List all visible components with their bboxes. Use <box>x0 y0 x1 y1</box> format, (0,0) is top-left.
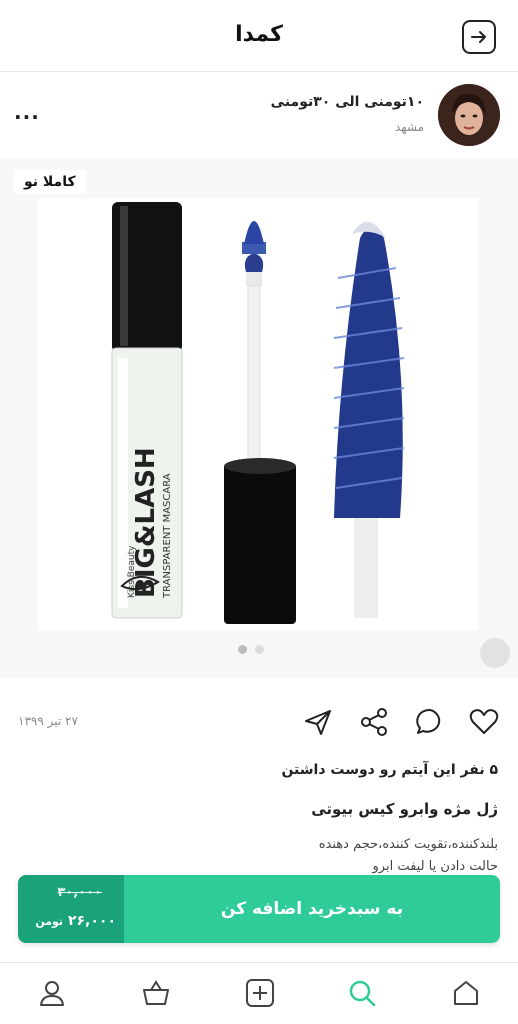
comment-icon[interactable] <box>414 706 446 738</box>
more-options-button[interactable]: ... <box>14 100 40 124</box>
avatar[interactable] <box>438 84 500 146</box>
search-icon[interactable] <box>346 977 378 1009</box>
send-icon[interactable] <box>302 706 334 738</box>
bottom-tab-bar <box>0 962 518 1024</box>
top-bar: کمدا <box>0 0 518 72</box>
page-title: کمدا <box>235 22 283 47</box>
likes-count[interactable]: ۵ نفر این آیتم رو دوست داشتن <box>281 762 498 778</box>
post-date: ۲۷ تیر ۱۳۹۹ <box>18 714 78 728</box>
product-image: BIG&LASH TRANSPARENT MASCARA Kiss Beauty <box>38 198 478 630</box>
new-price: ۲۶,۰۰۰ تومن <box>35 913 116 929</box>
seller-row: ۱۰تومنی الی ۳۰تومنی مشهد ... <box>0 72 518 158</box>
seller-city: مشهد <box>395 120 424 134</box>
carousel-dot[interactable] <box>238 645 247 654</box>
back-button[interactable] <box>462 20 496 54</box>
item-description: بلندکننده،تقویت کننده،حجم دهنده حالت داد… <box>28 834 498 878</box>
share-icon[interactable] <box>358 706 390 738</box>
arrow-right-icon <box>471 31 486 43</box>
carousel-dots[interactable] <box>238 645 264 654</box>
svg-text:TRANSPARENT MASCARA: TRANSPARENT MASCARA <box>162 473 173 599</box>
watermark-logo <box>480 638 510 668</box>
price-box: ۳۰,۰۰۰ ۲۶,۰۰۰ تومن <box>18 875 124 943</box>
seller-name[interactable]: ۱۰تومنی الی ۳۰تومنی <box>271 94 424 110</box>
currency-label: تومن <box>35 915 64 928</box>
product-photo[interactable]: کاملا نو BIG&LASH TRANSPARENT MASCARA Ki… <box>0 158 518 678</box>
add-to-cart-bar: ۳۰,۰۰۰ ۲۶,۰۰۰ تومن به سبدخرید اضافه کن <box>18 875 500 943</box>
basket-icon[interactable] <box>140 977 172 1009</box>
add-icon[interactable] <box>244 977 276 1009</box>
profile-icon[interactable] <box>36 977 68 1009</box>
item-title: ژل مژه وابرو کیس بیوتی <box>311 800 498 818</box>
home-icon[interactable] <box>450 977 482 1009</box>
action-row: ۲۷ تیر ۱۳۹۹ <box>0 692 518 752</box>
old-price: ۳۰,۰۰۰ <box>57 885 102 900</box>
new-price-value: ۲۶,۰۰۰ <box>67 913 116 929</box>
description-line: بلندکننده،تقویت کننده،حجم دهنده <box>318 837 498 852</box>
condition-badge: کاملا نو <box>14 170 86 194</box>
add-to-cart-button[interactable]: به سبدخرید اضافه کن <box>124 875 500 943</box>
heart-icon[interactable] <box>468 706 500 738</box>
carousel-dot[interactable] <box>255 645 264 654</box>
